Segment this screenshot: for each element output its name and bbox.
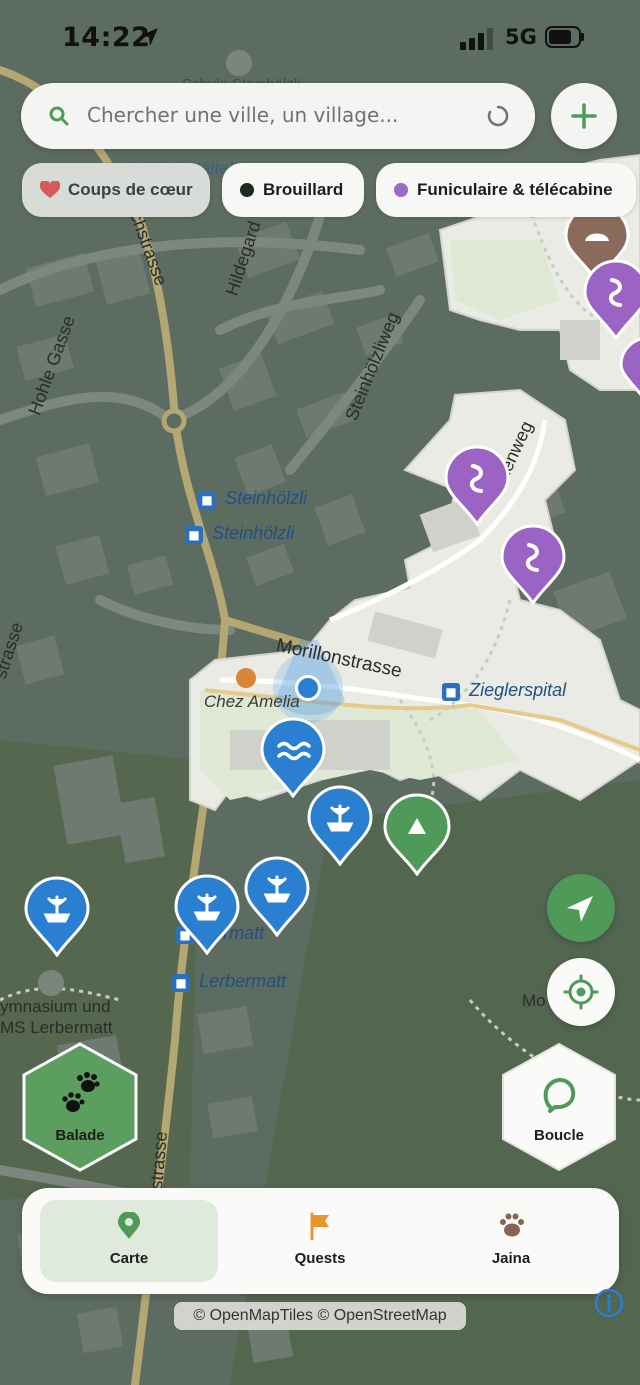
bus-stop-steinhoelzli-2[interactable]: ■ Steinhölzli [185, 523, 294, 544]
funicular-pin-icon[interactable] [582, 258, 640, 340]
stop-label: Zieglerspital [469, 680, 567, 700]
flag-icon [310, 1212, 329, 1240]
search-bar[interactable]: Chercher une ville, un village... [21, 83, 535, 149]
fog-dot-icon [240, 183, 254, 197]
place-label-mo: Mo [522, 991, 546, 1010]
fountain-pin-icon[interactable] [306, 784, 374, 866]
stop-label: Steinhölzli [225, 488, 308, 508]
location-arrow-icon [140, 28, 158, 46]
stop-label: Lerbermatt [199, 971, 287, 991]
loop-button[interactable]: Boucle [501, 1042, 617, 1172]
filter-fog[interactable]: Brouillard [222, 163, 364, 217]
bus-stop-steinhoelzli-1[interactable]: ■ Steinhölzli [198, 488, 307, 509]
gymnasium-line1: ymnasium und [0, 997, 111, 1016]
tab-label: Jaina [491, 1250, 531, 1267]
map-pin-icon [118, 1212, 140, 1239]
search-icon [49, 106, 69, 126]
fountain-pin-icon-3[interactable] [173, 873, 241, 955]
crosshair-icon [563, 974, 599, 1010]
bus-icon: ■ [442, 682, 460, 701]
bus-icon: ■ [172, 973, 190, 992]
funicular-dot-icon [394, 183, 408, 197]
tab-quests[interactable]: Quests [231, 1200, 409, 1282]
tab-map[interactable]: Carte [40, 1200, 218, 1282]
heart-icon [40, 181, 60, 198]
filter-label: Funiculaire & télécabine [417, 180, 613, 199]
bus-icon: ■ [198, 490, 216, 509]
funicular-pin-icon-edge[interactable] [618, 336, 640, 406]
bus-stop-zieglerspital[interactable]: ■ Zieglerspital [442, 680, 566, 701]
recenter-button[interactable] [547, 958, 615, 1026]
paw-icon [500, 1213, 524, 1237]
search-placeholder: Chercher une ville, un village... [87, 103, 399, 127]
funicular-pin-icon-3[interactable] [499, 523, 567, 605]
loading-spinner-icon [487, 105, 509, 127]
tab-label: Carte [109, 1250, 149, 1267]
gymnasium-icon [38, 970, 64, 996]
navigate-button[interactable] [547, 874, 615, 942]
restaurant-icon [236, 668, 256, 688]
add-button[interactable] [551, 83, 617, 149]
walk-button[interactable]: Balade [22, 1042, 138, 1172]
loop-icon [543, 1077, 576, 1113]
restaurant-chez-amelia[interactable]: Chez Amelia [204, 668, 300, 712]
paw-prints-icon [62, 1072, 100, 1112]
gymnasium-label: ymnasium und MS Lerbermatt [0, 996, 112, 1038]
filter-favorites[interactable]: Coups de cœur [22, 163, 210, 217]
navigation-arrow-icon [567, 896, 593, 922]
loop-label: Boucle [533, 1127, 584, 1144]
stop-label: Steinhölzli [212, 523, 295, 543]
filter-label: Coups de cœur [68, 180, 193, 199]
bus-stop-lerbermatt[interactable]: ■ Lerbermatt [172, 971, 286, 992]
info-icon[interactable] [593, 1287, 625, 1319]
filter-funicular[interactable]: Funiculaire & télécabine [376, 163, 636, 217]
tab-label: Quests [294, 1250, 346, 1267]
signal-icon [460, 28, 493, 50]
gymnasium-line2: MS Lerbermatt [0, 1018, 113, 1037]
filter-label: Brouillard [263, 180, 344, 199]
tab-jaina[interactable]: Jaina [422, 1200, 600, 1282]
battery-icon [545, 26, 584, 48]
walk-label: Balade [55, 1127, 105, 1144]
funicular-pin-icon-2[interactable] [443, 444, 511, 526]
fountain-pin-icon-2[interactable] [243, 855, 311, 937]
viewpoint-pin-icon[interactable] [382, 792, 452, 876]
bottom-tab-bar: Carte Quests Jaina [22, 1188, 619, 1294]
bus-icon: ■ [185, 525, 203, 544]
network-type: 5G [505, 25, 537, 49]
plus-icon [571, 103, 597, 129]
map-attribution[interactable]: © OpenMapTiles © OpenStreetMap [174, 1302, 466, 1330]
status-bar: 14:22 5G [0, 0, 640, 76]
place-label: Chez Amelia [204, 692, 300, 711]
fountain-pin-icon-4[interactable] [23, 875, 91, 957]
